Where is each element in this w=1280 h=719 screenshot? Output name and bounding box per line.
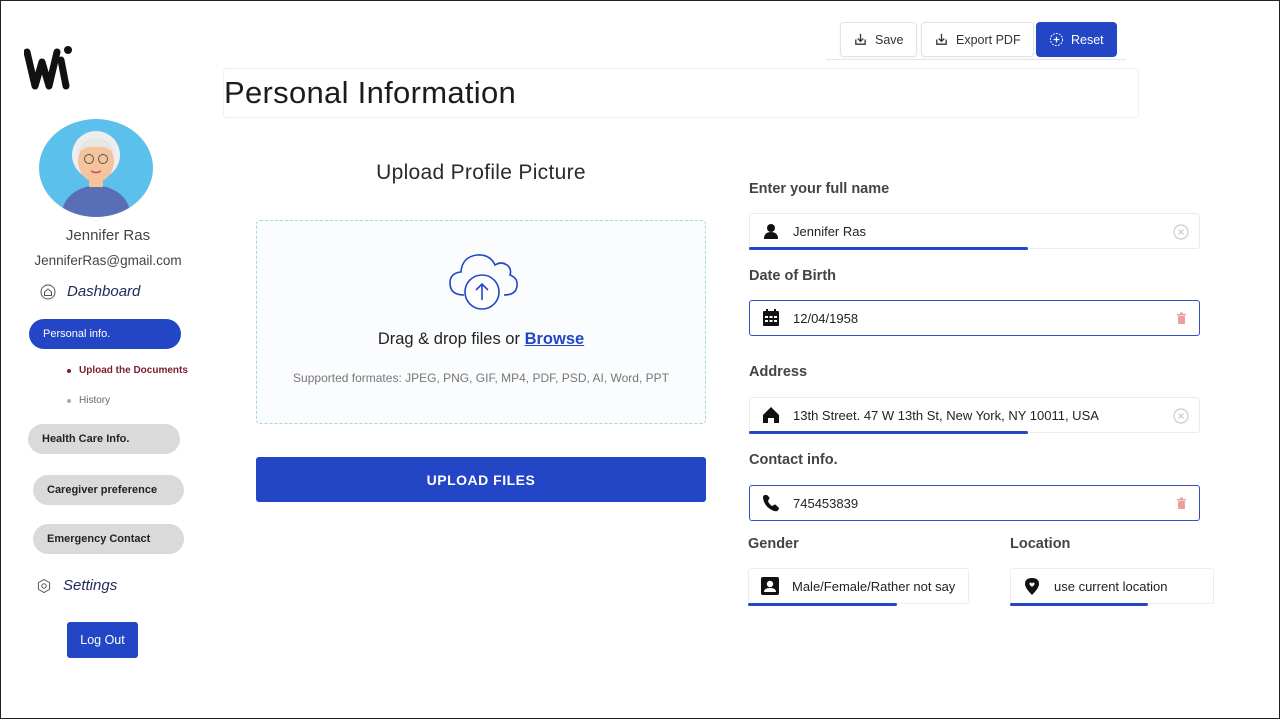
- gender-value: Male/Female/Rather not say: [792, 578, 956, 594]
- save-button[interactable]: Save: [840, 22, 917, 57]
- date-of-birth-field[interactable]: 12/04/1958: [749, 300, 1200, 336]
- cloud-upload-icon: [449, 254, 518, 310]
- bullet: [67, 398, 71, 403]
- upload-documents-label: Upload the Documents: [79, 365, 188, 376]
- gender-field-underline: [748, 603, 897, 606]
- export-pdf-label: Export PDF: [956, 32, 1021, 47]
- reset-label: Reset: [1071, 32, 1104, 47]
- contact-value: 745453839: [793, 495, 859, 511]
- calendar-icon: [763, 309, 779, 326]
- reset-button[interactable]: Reset: [1036, 22, 1117, 57]
- upload-files-button[interactable]: UPLOAD FILES: [256, 457, 706, 502]
- location-field[interactable]: use current location: [1010, 568, 1214, 604]
- sidebar-item-personal-info[interactable]: Personal info.: [29, 319, 181, 349]
- supported-formats-text: Supported formates: JPEG, PNG, GIF, MP4,…: [293, 371, 669, 385]
- person-icon: [764, 224, 778, 239]
- dob-label: Date of Birth: [749, 268, 836, 284]
- address-field-underline: [749, 431, 1028, 434]
- settings-label: Settings: [63, 577, 118, 594]
- trash-icon[interactable]: [1176, 497, 1187, 510]
- clear-icon[interactable]: [1173, 224, 1189, 240]
- dashboard-label: Dashboard: [67, 283, 141, 300]
- toolbar-divider: [826, 59, 1126, 60]
- sidebar-item-dashboard[interactable]: Dashboard: [40, 283, 140, 300]
- location-label: Location: [1010, 536, 1071, 552]
- save-label: Save: [875, 32, 904, 47]
- logout-button[interactable]: Log Out: [67, 622, 138, 658]
- gender-label: Gender: [748, 536, 799, 552]
- plus-circle-icon: [1049, 32, 1064, 47]
- name-label: Enter your full name: [749, 181, 890, 197]
- sidebar-item-caregiver-preference[interactable]: Caregiver preference: [33, 475, 184, 505]
- browse-link[interactable]: Browse: [525, 330, 585, 348]
- location-pin-icon: [1025, 578, 1039, 595]
- clear-icon[interactable]: [1173, 408, 1189, 424]
- profile-email: JenniferRas@gmail.com: [34, 253, 182, 268]
- full-name-value: Jennifer Ras: [793, 223, 866, 239]
- contact-label: Contact info.: [749, 452, 838, 468]
- sidebar-subitem-upload-documents[interactable]: Upload the Documents: [67, 365, 188, 376]
- location-field-underline: [1010, 603, 1148, 606]
- export-pdf-button[interactable]: Export PDF: [921, 22, 1034, 57]
- id-badge-icon: [761, 577, 779, 595]
- address-label: Address: [749, 364, 808, 380]
- location-value: use current location: [1054, 578, 1168, 594]
- caregiver-label: Caregiver preference: [47, 484, 158, 496]
- page-title-box: Personal Information: [223, 68, 1139, 118]
- emergency-label: Emergency Contact: [47, 533, 151, 545]
- avatar: [39, 119, 153, 217]
- sidebar-subitem-history[interactable]: History: [67, 395, 110, 406]
- sidebar-item-emergency-contact[interactable]: Emergency Contact: [33, 524, 184, 554]
- contact-field[interactable]: 745453839: [749, 485, 1200, 521]
- drag-drop-text: Drag & drop files or Browse: [257, 330, 705, 349]
- health-care-label: Health Care Info.: [42, 433, 130, 445]
- full-name-field[interactable]: Jennifer Ras: [749, 213, 1200, 249]
- gender-field[interactable]: Male/Female/Rather not say: [748, 568, 969, 604]
- gear-icon: [37, 578, 51, 593]
- bullet: [67, 368, 71, 373]
- history-label: History: [79, 395, 111, 406]
- date-of-birth-value: 12/04/1958: [793, 310, 859, 326]
- upload-title: Upload Profile Picture: [376, 161, 586, 184]
- address-field[interactable]: 13th Street. 47 W 13th St, New York, NY …: [749, 397, 1200, 433]
- profile-name: Jennifer Ras: [65, 227, 151, 244]
- trash-icon[interactable]: [1176, 312, 1187, 325]
- page-title: Personal Information: [224, 75, 517, 110]
- sidebar-item-health-care[interactable]: Health Care Info.: [28, 424, 180, 454]
- download-tray-icon: [855, 33, 866, 45]
- phone-icon: [763, 495, 779, 512]
- address-value: 13th Street. 47 W 13th St, New York, NY …: [793, 407, 1099, 423]
- personal-info-label: Personal info.: [43, 328, 111, 340]
- drag-drop-label: Drag & drop files or: [377, 330, 525, 348]
- sidebar-item-settings[interactable]: Settings: [36, 577, 117, 594]
- house-icon: [763, 407, 779, 423]
- upload-dropzone[interactable]: Drag & drop files or Browse Supported fo…: [256, 220, 706, 424]
- app-logo: [24, 46, 72, 90]
- home-icon: [40, 284, 56, 299]
- download-tray-icon: [936, 33, 947, 45]
- name-field-underline: [749, 247, 1028, 250]
